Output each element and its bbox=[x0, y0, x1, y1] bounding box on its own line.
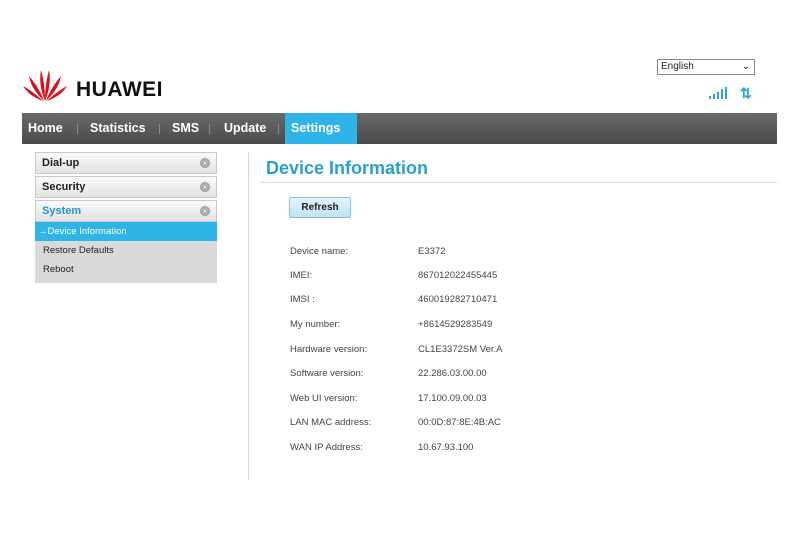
content-divider bbox=[248, 152, 249, 480]
nav-separator bbox=[209, 124, 210, 134]
sidebar-section-label: Dial-up bbox=[42, 157, 80, 169]
nav-statistics[interactable]: Statistics bbox=[84, 113, 152, 144]
system-submenu: →Device Information Restore Defaults Reb… bbox=[35, 222, 217, 283]
huawei-flower-icon bbox=[23, 70, 67, 101]
info-label: LAN MAC address: bbox=[290, 417, 372, 428]
info-label: My number: bbox=[290, 319, 341, 330]
sidebar-item-reboot[interactable]: Reboot bbox=[35, 260, 217, 279]
language-select[interactable]: English ⌄ bbox=[657, 59, 755, 75]
nav-separator bbox=[77, 124, 78, 134]
nav-separator bbox=[159, 124, 160, 134]
nav-separator bbox=[278, 124, 279, 134]
refresh-button[interactable]: Refresh bbox=[289, 197, 351, 218]
sidebar-item-restore-defaults[interactable]: Restore Defaults bbox=[35, 241, 217, 260]
data-transfer-icon: ⇅ bbox=[740, 85, 752, 101]
sidebar-item-device-information[interactable]: →Device Information bbox=[35, 222, 217, 241]
nav-sms[interactable]: SMS bbox=[166, 113, 205, 144]
info-value: CL1E3372SM Ver.A bbox=[418, 344, 503, 355]
info-label: Device name: bbox=[290, 246, 349, 257]
info-label: Web UI version: bbox=[290, 393, 358, 404]
info-label: WAN IP Address: bbox=[290, 442, 363, 453]
status-icons: ⇅ bbox=[709, 85, 759, 101]
expand-icon bbox=[200, 182, 210, 192]
brand-name: HUAWEI bbox=[76, 78, 163, 101]
info-value: 00:0D:87:8E:4B:AC bbox=[418, 417, 501, 428]
info-value: 867012022455445 bbox=[418, 270, 498, 281]
settings-sidebar: Dial-up Security System →Device Informat… bbox=[35, 152, 217, 283]
chevron-down-icon: ⌄ bbox=[741, 61, 750, 72]
info-value: 22.286.03.00.00 bbox=[418, 368, 487, 379]
language-select-value: English bbox=[661, 61, 694, 72]
sidebar-section-security[interactable]: Security bbox=[35, 176, 217, 198]
info-value: +8614529283549 bbox=[418, 319, 493, 330]
info-value: 460019282710471 bbox=[418, 294, 498, 305]
info-label: IMEI: bbox=[290, 270, 313, 281]
sidebar-section-label: Security bbox=[42, 181, 86, 193]
huawei-logo: HUAWEI bbox=[22, 67, 182, 107]
page-title: Device Information bbox=[266, 158, 429, 178]
nav-home[interactable]: Home bbox=[22, 113, 69, 144]
sidebar-section-label: System bbox=[42, 205, 82, 217]
nav-update[interactable]: Update bbox=[218, 113, 272, 144]
info-label: Hardware version: bbox=[290, 344, 368, 355]
info-value: E3372 bbox=[418, 246, 446, 257]
info-label: Software version: bbox=[290, 368, 364, 379]
info-label: IMSI : bbox=[290, 294, 315, 305]
title-divider bbox=[260, 182, 777, 183]
info-value: 10.67.93.100 bbox=[418, 442, 474, 453]
info-value: 17.100.09.00.03 bbox=[418, 393, 487, 404]
nav-settings[interactable]: Settings bbox=[285, 113, 357, 144]
main-nav: Home Statistics SMS Update Settings bbox=[22, 113, 777, 144]
expand-icon bbox=[200, 158, 210, 168]
sidebar-section-dial-up[interactable]: Dial-up bbox=[35, 152, 217, 174]
signal-strength-icon bbox=[709, 87, 727, 99]
sidebar-section-system[interactable]: System bbox=[35, 200, 217, 222]
collapse-icon bbox=[200, 206, 210, 216]
